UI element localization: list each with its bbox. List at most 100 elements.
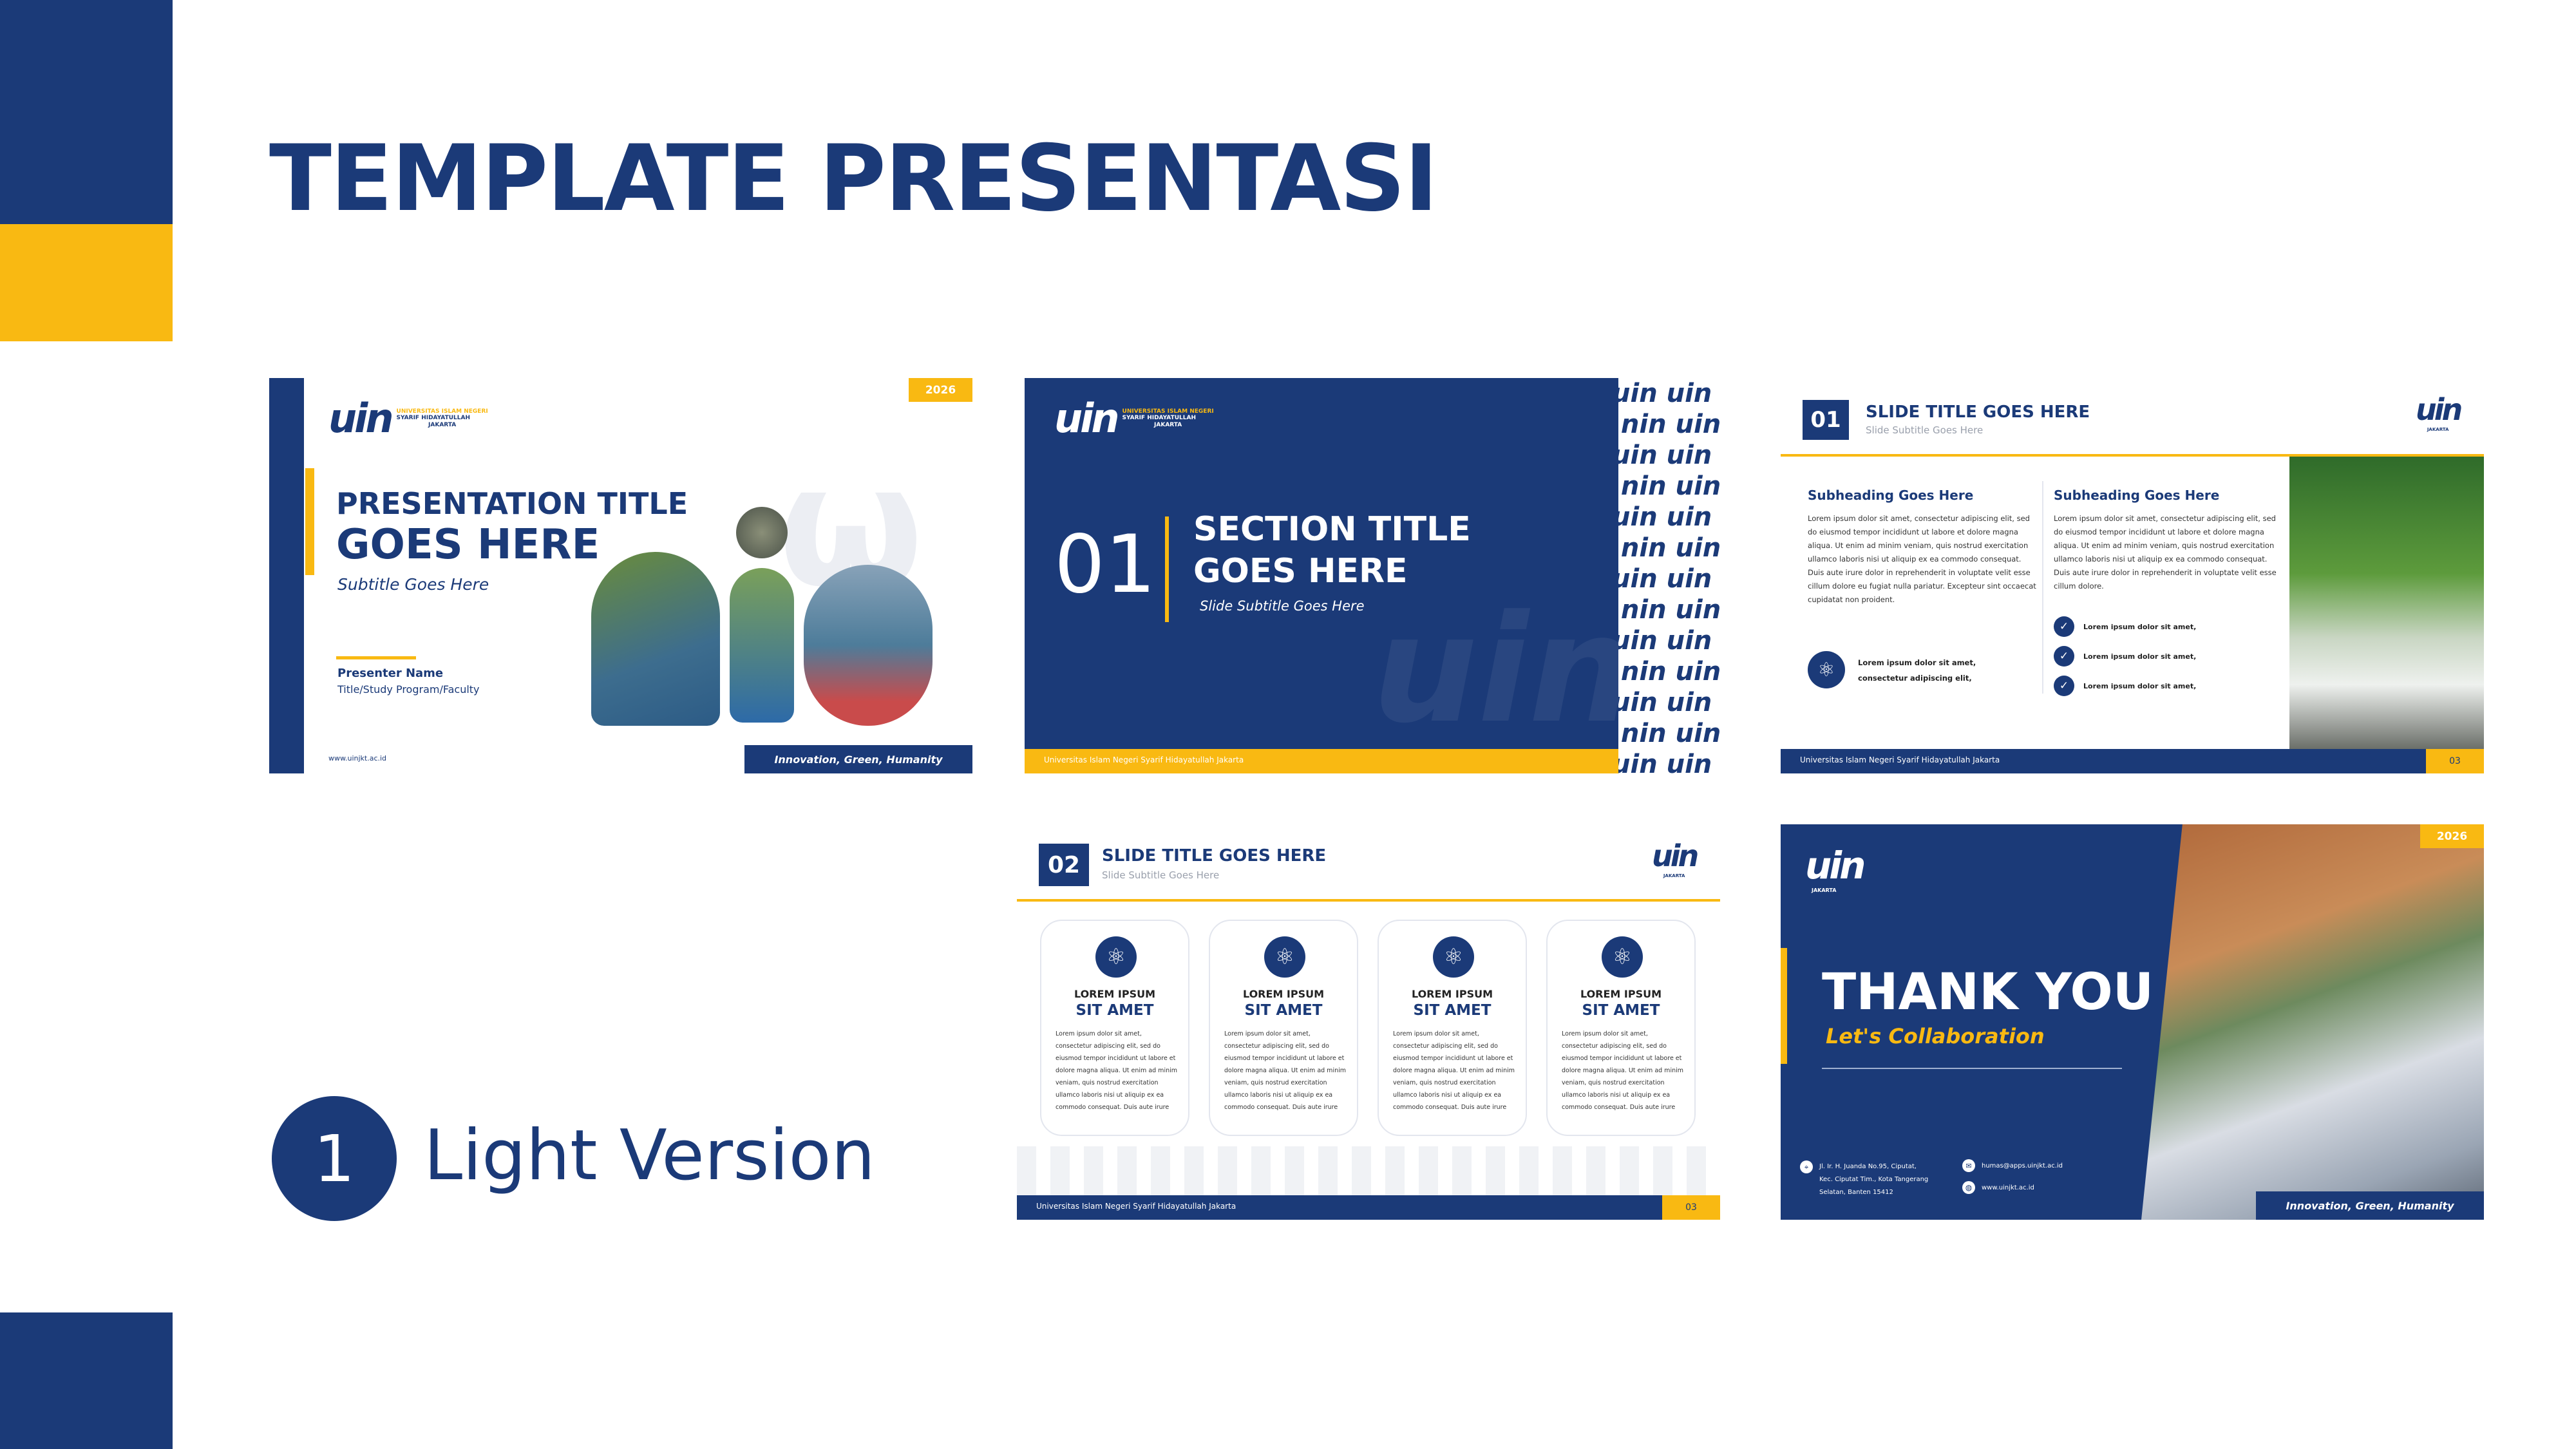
check-bullet-3: ✓ Lorem ipsum dolor sit amet, [2054,676,2196,696]
photo-students-water [2141,824,2484,1220]
footer-text: Universitas Islam Negeri Syarif Hidayatu… [1800,755,2000,764]
card-label-small: LOREM IPSUM [1074,988,1156,1000]
highlight-line2: consectetur adipiscing elit, [1858,674,1972,683]
section-number: 01 [1054,518,1156,611]
uin-logo: uin JAKARTA [1652,838,1699,878]
card-label-small: LOREM IPSUM [1242,988,1325,1000]
slide-thumbnail-closing[interactable]: 2026 uin JAKARTA THANK YOU Let's Collabo… [1781,824,2484,1220]
section-subtitle: Slide Subtitle Goes Here [1200,598,1365,614]
address-line1: Jl. Ir. H. Juanda No.95, Ciputat, [1819,1163,1917,1170]
photo-students-walking [730,568,794,723]
logo-line3: JAKARTA [2427,427,2449,432]
slide-title: SLIDE TITLE GOES HERE [1102,846,1327,866]
address-text: Jl. Ir. H. Juanda No.95, Ciputat, Kec. C… [1819,1160,1928,1199]
presenter-role: Title/Study Program/Faculty [337,683,480,696]
check-bullet-1: ✓ Lorem ipsum dolor sit amet, [2054,616,2196,637]
atom-icon: ⚛ [1602,936,1643,978]
pattern-marks: uin uin nin uin uin uin nin uin uin uin ni… [1618,379,1721,773]
photo-students-sitting [591,552,720,726]
card-text: Lorem ipsum dolor sit amet, consectetur … [1562,1030,1683,1111]
info-card-1: ⚛ LOREM IPSUM SIT AMET Lorem ipsum dolor… [1040,920,1189,1136]
footer-text: Universitas Islam Negeri Syarif Hidayatu… [1044,755,1244,764]
logo-line2: SYARIF HIDAYATULLAH [396,415,470,422]
title-underline [1822,1068,2122,1069]
footer-bar: Universitas Islam Negeri Syarif Hidayatu… [1025,749,1618,773]
logo-mark: uin [1805,844,1866,887]
globe-icon: ◍ [1962,1181,1975,1194]
logo-line1: UNIVERSITAS ISLAM NEGERI [1122,408,1214,415]
check-icon: ✓ [2054,616,2074,637]
slide-left-bar [269,378,304,773]
presentation-subtitle: Subtitle Goes Here [337,575,489,594]
uin-logo: uin UNIVERSITAS ISLAM NEGERI SYARIF HIDA… [328,395,488,442]
logo-mark: uin [2416,392,2463,427]
section-divider [1165,516,1169,622]
uin-logo: uin UNIVERSITAS ISLAM NEGERI SYARIF HIDA… [1054,395,1214,442]
pattern-strip [1017,1146,1720,1195]
logo-line3: JAKARTA [1663,873,1685,878]
page-number-badge: 03 [2426,749,2484,773]
logo-mark: uin [1054,395,1120,442]
thank-you-subtitle: Let's Collaboration [1826,1024,2045,1048]
footer-bar: Universitas Islam Negeri Syarif Hidayatu… [1017,1195,1720,1220]
slide-subtitle: Slide Subtitle Goes Here [1866,424,1984,436]
slide-title: SLIDE TITLE GOES HERE [1866,402,2090,422]
column2-text: Lorem ipsum dolor sit amet, consectetur … [2054,514,2277,591]
column-divider [2042,481,2043,694]
atom-icon: ⚛ [1808,651,1845,688]
logo-line3: JAKARTA [1812,887,1837,893]
logo-text: UNIVERSITAS ISLAM NEGERI SYARIF HIDAYATU… [1122,408,1214,428]
presentation-title-line2: GOES HERE [336,521,600,569]
section-title-line1: SECTION TITLE [1193,510,1471,549]
tagline-bar: Innovation, Green, Humanity [744,745,972,773]
website-row: ◍ www.uinjkt.ac.id [1962,1181,2034,1194]
highlight-line1: Lorem ipsum dolor sit amet, [1858,658,1976,667]
column1-heading: Subheading Goes Here [1808,488,1974,503]
bullet-text: Lorem ipsum dolor sit amet, [2083,622,2197,631]
column1-highlight: Lorem ipsum dolor sit amet, consectetur … [1858,655,1976,686]
footer-bar: Universitas Islam Negeri Syarif Hidayatu… [1781,749,2484,773]
card-text: Lorem ipsum dolor sit amet, consectetur … [1393,1030,1515,1111]
presenter-divider [336,656,416,659]
logo-mark: uin [1652,838,1699,873]
info-card-3: ⚛ LOREM IPSUM SIT AMET Lorem ipsum dolor… [1378,920,1527,1136]
version-label: Light Version [424,1115,875,1196]
corner-block-top-gold [0,224,173,341]
slide-thumbnail-content[interactable]: 01 SLIDE TITLE GOES HERE Slide Subtitle … [1781,378,2484,773]
year-badge: 2026 [2420,824,2484,848]
photo-small-circle [736,507,788,558]
atom-icon: ⚛ [1264,936,1305,978]
header-divider [1017,899,1720,902]
slide-subtitle: Slide Subtitle Goes Here [1102,869,1220,881]
page-title: TEMPLATE PRESENTASI [269,126,1438,232]
version-badge: 1 [272,1096,397,1221]
slide-thumbnail-section[interactable]: uin UNIVERSITAS ISLAM NEGERI SYARIF HIDA… [1025,378,1728,773]
slide-thumbnail-title[interactable]: uin UNIVERSITAS ISLAM NEGERI SYARIF HIDA… [269,378,972,773]
card-text: Lorem ipsum dolor sit amet, consectetur … [1056,1030,1177,1111]
website-text: www.uinjkt.ac.id [328,754,387,762]
slide-number-badge: 02 [1039,844,1089,886]
footer-text: Universitas Islam Negeri Syarif Hidayatu… [1036,1202,1236,1211]
slide-thumbnail-cards[interactable]: 02 SLIDE TITLE GOES HERE Slide Subtitle … [1017,824,1720,1220]
tagline-text: Innovation, Green, Humanity [774,753,943,766]
logo-mark: uin [328,395,394,442]
location-icon: ⌖ [1800,1160,1813,1173]
email-row: ✉ humas@apps.uinjkt.ac.id [1962,1159,2063,1172]
tagline-bar: Innovation, Green, Humanity [2256,1191,2484,1220]
info-card-4: ⚛ LOREM IPSUM SIT AMET Lorem ipsum dolor… [1546,920,1696,1136]
address-line2: Kec. Ciputat Tim., Kota Tangerang [1819,1176,1929,1183]
atom-icon: ⚛ [1095,936,1137,978]
page-number-badge: 03 [1662,1195,1720,1220]
photo-campus-bus [2289,457,2484,749]
page-number: 03 [1685,1202,1697,1213]
version-number: 1 [314,1121,355,1197]
slide-number-badge: 01 [1803,400,1849,440]
email-text: humas@apps.uinjkt.ac.id [1982,1162,2063,1170]
uin-logo: uin JAKARTA [2416,392,2463,432]
bullet-text: Lorem ipsum dolor sit amet, [2083,652,2197,661]
slide-number: 02 [1047,851,1081,878]
pattern-panel: uin uin nin uin uin uin nin uin uin uin ni… [1618,378,1728,773]
card-label-big: SIT AMET [1075,1002,1154,1019]
photo-collage [591,507,949,739]
column2-heading: Subheading Goes Here [2054,488,2220,503]
